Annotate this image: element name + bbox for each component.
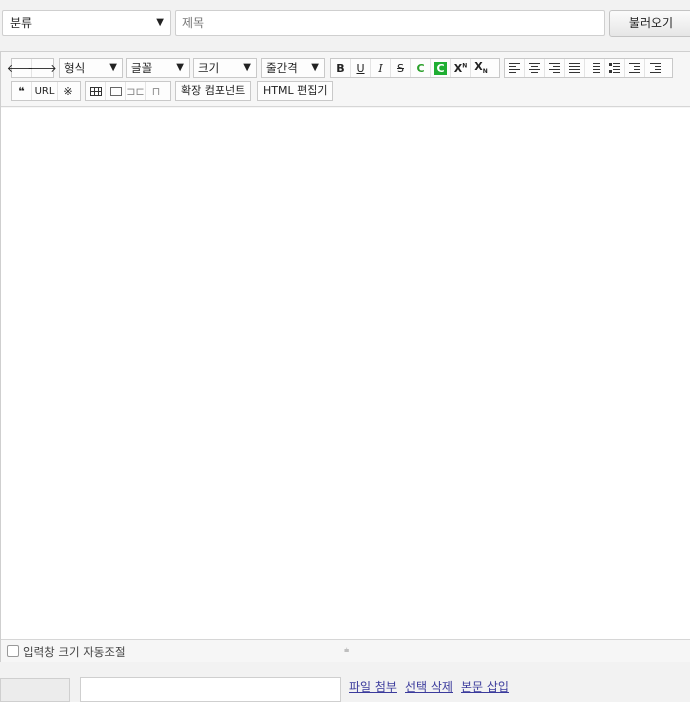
quote-icon: ❝ (18, 84, 25, 98)
unordered-list-button[interactable] (605, 59, 625, 77)
ordered-list-icon (589, 63, 600, 73)
delete-selected-link[interactable]: 선택 삭제 (405, 678, 453, 695)
redo-button[interactable]: 🡒 (27, 59, 57, 77)
size-dropdown-label: 크기 (198, 61, 220, 75)
arrow-right-icon: 🡒 (27, 62, 57, 75)
rich-text-editor: 🡐 🡒 형식 ▼ 글꼴 ▼ 크기 ▼ 줄간격 ▼ B U I S C C XN … (0, 51, 690, 662)
size-dropdown[interactable]: 크기 ▼ (193, 58, 257, 78)
font-color-icon: C (416, 61, 425, 75)
paragraph-group (504, 58, 673, 78)
align-center-button[interactable] (525, 59, 545, 77)
subscript-icon: XN (474, 60, 488, 75)
align-justify-button[interactable] (565, 59, 585, 77)
chevron-down-icon: ▼ (243, 62, 251, 73)
ordered-list-button[interactable] (585, 59, 605, 77)
superscript-button[interactable]: XN (451, 59, 471, 77)
table-group: ⊐⊏ ⊓ (85, 81, 171, 101)
line-height-dropdown[interactable]: 줄간격 ▼ (261, 58, 325, 78)
insert-group: ❝ URL ※ (11, 81, 81, 101)
url-button[interactable]: URL (32, 82, 58, 100)
underline-icon: U (356, 61, 365, 75)
cell-icon (109, 86, 122, 96)
editor-toolbar: 🡐 🡒 형식 ▼ 글꼴 ▼ 크기 ▼ 줄간격 ▼ B U I S C C XN … (1, 52, 690, 107)
load-button[interactable]: 불러오기 (609, 10, 690, 37)
superscript-icon: XN (454, 62, 468, 75)
indent-icon (649, 63, 661, 73)
merge-columns-icon: ⊐⊏ (126, 84, 145, 98)
autosize-label: 입력창 크기 자동조절 (23, 645, 126, 659)
align-right-button[interactable] (545, 59, 565, 77)
attach-file-link[interactable]: 파일 첨부 (349, 678, 397, 695)
category-select[interactable]: 분류 ▼ (2, 10, 171, 36)
top-bar: 분류 ▼ 불러오기 (0, 0, 690, 46)
italic-button[interactable]: I (371, 59, 391, 77)
strikethrough-icon: S (397, 61, 404, 75)
table-cell-button[interactable] (106, 82, 126, 100)
merge-rows-button[interactable]: ⊓ (146, 82, 166, 100)
editor-content-area[interactable] (1, 108, 690, 640)
insert-table-button[interactable] (86, 82, 106, 100)
line-height-dropdown-label: 줄간격 (266, 61, 298, 75)
outdent-button[interactable] (625, 59, 645, 77)
align-left-button[interactable] (505, 59, 525, 77)
align-left-icon (509, 63, 520, 73)
table-icon (89, 86, 102, 96)
chevron-down-icon: ▼ (109, 62, 117, 73)
attachment-thumbnail (0, 678, 70, 702)
align-center-icon (529, 63, 540, 73)
url-label: URL (34, 85, 55, 97)
html-editor-button[interactable]: HTML 편집기 (257, 81, 334, 101)
font-dropdown-label: 글꼴 (131, 61, 153, 75)
title-input[interactable] (175, 10, 605, 36)
subscript-button[interactable]: XN (471, 59, 491, 77)
superscript-base: X (453, 61, 463, 75)
font-dropdown[interactable]: 글꼴 ▼ (126, 58, 190, 78)
format-dropdown-label: 형식 (64, 61, 86, 75)
background-color-icon: C (434, 61, 447, 75)
resize-handle-icon[interactable]: ⩧ (344, 646, 349, 656)
attachment-file-list[interactable] (80, 677, 341, 702)
chevron-down-icon: ▼ (311, 62, 319, 73)
extension-component-button[interactable]: 확장 컴포넌트 (175, 81, 252, 101)
chevron-down-icon: ▼ (156, 17, 164, 28)
align-right-icon (549, 63, 560, 73)
editor-statusbar: 입력창 크기 자동조절 ⩧ (1, 640, 690, 662)
indent-button[interactable] (645, 59, 665, 77)
font-color-button[interactable]: C (411, 59, 431, 77)
unordered-list-icon (609, 63, 620, 73)
merge-rows-icon: ⊓ (151, 84, 161, 98)
attachment-bar: 파일 첨부 선택 삭제 본문 삽입 (0, 668, 690, 702)
outdent-icon (629, 63, 640, 73)
strikethrough-button[interactable]: S (391, 59, 411, 77)
italic-icon: I (378, 61, 383, 75)
align-justify-icon (569, 63, 580, 73)
history-group: 🡐 🡒 (7, 58, 57, 78)
format-dropdown[interactable]: 형식 ▼ (59, 58, 123, 78)
autosize-checkbox[interactable] (7, 645, 19, 657)
category-select-value: 분류 (10, 16, 33, 30)
background-color-button[interactable]: C (431, 59, 451, 77)
underline-button[interactable]: U (351, 59, 371, 77)
chevron-down-icon: ▼ (176, 62, 184, 73)
subscript-base: X (474, 60, 483, 74)
bold-icon: B (336, 61, 345, 75)
insert-into-body-link[interactable]: 본문 삽입 (461, 678, 509, 695)
merge-columns-button[interactable]: ⊐⊏ (126, 82, 146, 100)
subscript-mark: N (482, 68, 488, 76)
quote-button[interactable]: ❝ (12, 82, 32, 100)
superscript-mark: N (462, 61, 468, 69)
special-char-button[interactable]: ※ (58, 82, 78, 100)
text-style-group: B U I S C C XN XN (330, 58, 500, 78)
bold-button[interactable]: B (331, 59, 351, 77)
special-char-icon: ※ (63, 84, 73, 98)
